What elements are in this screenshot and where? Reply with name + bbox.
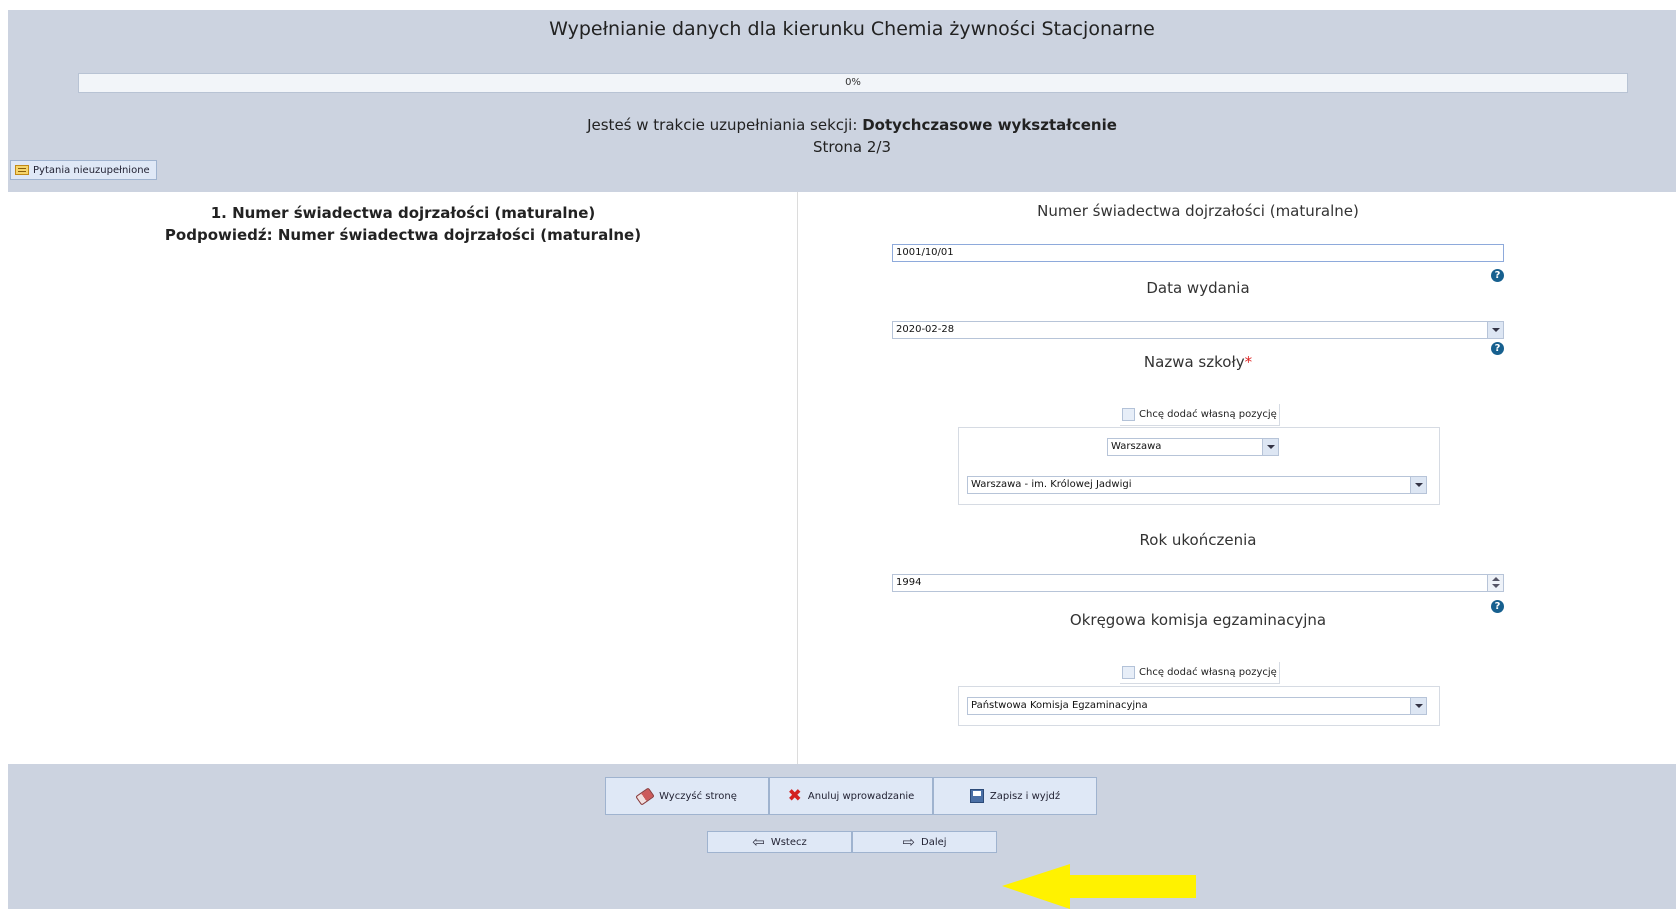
page-counter: Strona 2/3	[812, 138, 892, 156]
graduation-year-label: Rok ukończenia	[1139, 531, 1257, 549]
question-panel: 1. Numer świadectwa dojrzałości (matural…	[8, 192, 798, 764]
required-marker: *	[1244, 353, 1253, 371]
city-value: Warszawa	[1111, 441, 1162, 452]
section-prefix: Jesteś w trakcie uzupełniania sekcji:	[587, 116, 858, 134]
list-icon	[15, 165, 29, 175]
certificate-number-input[interactable]: 1001/10/01	[892, 244, 1504, 262]
school-value: Warszawa - im. Królowej Jadwigi	[971, 479, 1132, 490]
school-custom-checkbox-label: Chcę dodać własną pozycję	[1139, 409, 1277, 420]
school-select-group: Warszawa Warszawa - im. Królowej Jadwigi	[958, 427, 1440, 505]
school-custom-checkbox[interactable]: Chcę dodać własną pozycję	[1120, 404, 1280, 426]
exam-board-select-group: Państwowa Komisja Egzaminacyjna	[958, 686, 1440, 726]
question-title: 1. Numer świadectwa dojrzałości (matural…	[210, 204, 596, 222]
arrow-right-icon: ⇨	[902, 832, 916, 851]
next-button[interactable]: ⇨ Dalej	[852, 831, 997, 853]
close-icon: ✖	[787, 785, 802, 806]
school-select[interactable]: Warszawa - im. Królowej Jadwigi	[967, 476, 1427, 494]
graduation-year-spinner[interactable]: 1994	[892, 574, 1504, 592]
issue-date-picker[interactable]: 2020-02-28	[892, 321, 1504, 339]
progress-bar: 0%	[78, 73, 1628, 93]
exam-board-value: Państwowa Komisja Egzaminacyjna	[971, 700, 1148, 711]
section-name: Dotychczasowe wykształcenie	[862, 116, 1117, 134]
issue-date-value: 2020-02-28	[896, 324, 955, 335]
checkbox[interactable]	[1122, 666, 1135, 679]
chevron-down-icon[interactable]	[1487, 322, 1503, 338]
clear-page-button[interactable]: Wyczyść stronę	[605, 777, 769, 815]
cancel-entry-button[interactable]: ✖ Anuluj wprowadzanie	[769, 777, 933, 815]
chevron-down-icon[interactable]	[1410, 477, 1426, 493]
form-header: Wypełnianie danych dla kierunku Chemia ż…	[8, 10, 1676, 192]
save-exit-button[interactable]: Zapisz i wyjdź	[933, 777, 1097, 815]
back-button[interactable]: ⇦ Wstecz	[707, 831, 852, 853]
exam-board-select[interactable]: Państwowa Komisja Egzaminacyjna	[967, 697, 1427, 715]
school-name-label: Nazwa szkoły*	[1143, 353, 1253, 371]
unfilled-questions-button[interactable]: Pytania nieuzupełnione	[10, 160, 157, 180]
save-icon	[969, 789, 984, 803]
page-title: Wypełnianie danych dla kierunku Chemia ż…	[549, 18, 1155, 40]
form-content: 1. Numer świadectwa dojrzałości (matural…	[8, 192, 1676, 764]
question-heading: 1. Numer świadectwa dojrzałości (matural…	[8, 202, 798, 246]
exam-board-custom-checkbox-label: Chcę dodać własną pozycję	[1139, 667, 1277, 678]
city-select[interactable]: Warszawa	[1107, 438, 1279, 456]
spinner-arrows-icon[interactable]	[1487, 575, 1503, 591]
question-hint: Podpowiedź: Numer świadectwa dojrzałości…	[164, 226, 642, 244]
graduation-year-value: 1994	[896, 577, 922, 588]
eraser-icon	[635, 786, 655, 806]
exam-board-custom-checkbox[interactable]: Chcę dodać własną pozycję	[1120, 662, 1280, 684]
certificate-number-label: Numer świadectwa dojrzałości (maturalne)	[1037, 202, 1359, 220]
arrow-left-icon: ⇦	[752, 832, 765, 851]
answer-panel: Numer świadectwa dojrzałości (maturalne)…	[798, 192, 1676, 764]
application-form-page: Wypełnianie danych dla kierunku Chemia ż…	[8, 10, 1676, 909]
chevron-down-icon[interactable]	[1262, 439, 1278, 455]
unfilled-questions-label: Pytania nieuzupełnione	[33, 164, 150, 176]
exam-board-label: Okręgowa komisja egzaminacyjna	[1069, 611, 1327, 629]
highlight-arrow-icon	[1002, 864, 1196, 909]
section-info: Jesteś w trakcie uzupełniania sekcji: Do…	[8, 116, 1676, 134]
checkbox[interactable]	[1122, 408, 1135, 421]
form-footer: Wyczyść stronę ✖ Anuluj wprowadzanie Zap…	[8, 764, 1676, 909]
progress-label: 0%	[845, 77, 861, 88]
issue-date-label: Data wydania	[1146, 279, 1250, 297]
chevron-down-icon[interactable]	[1410, 698, 1426, 714]
